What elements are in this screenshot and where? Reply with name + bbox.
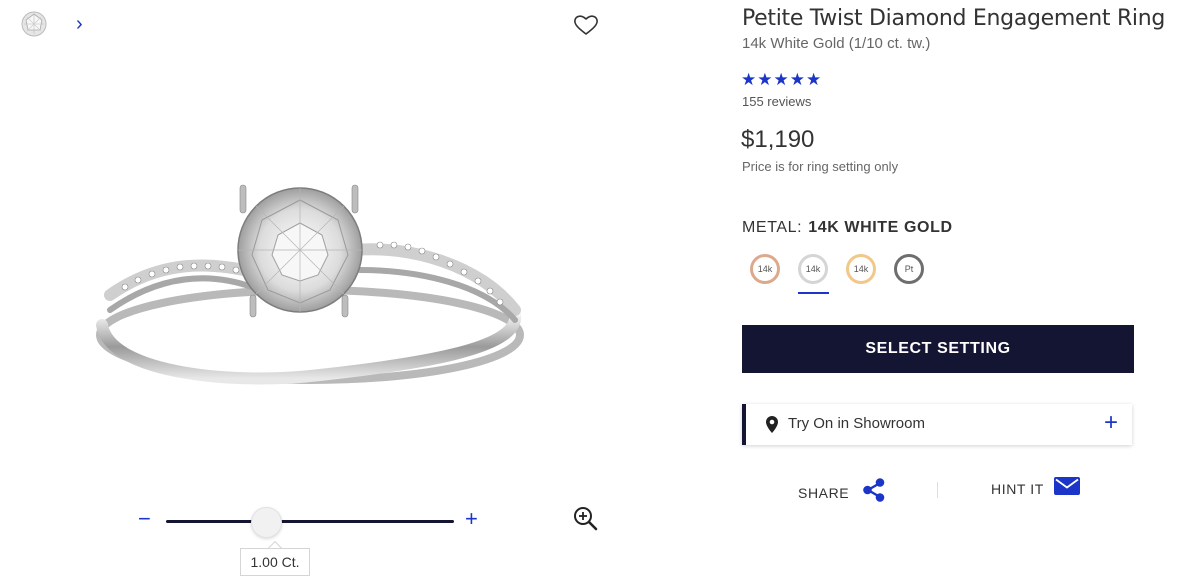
share-icon [861, 477, 887, 508]
carat-value-label: 1.00 Ct. [240, 548, 310, 576]
swatch-label: 14k [757, 264, 773, 274]
product-price: $1,190 [741, 126, 815, 153]
metal-label-text: METAL: [742, 219, 803, 236]
carat-slider-handle[interactable] [251, 507, 283, 538]
action-divider [937, 482, 938, 498]
metal-selected-value: 14K WHITE GOLD [808, 219, 953, 236]
share-label: SHARE [798, 484, 850, 501]
try-on-label: Try On in Showroom [788, 415, 925, 432]
carat-slider-track[interactable] [166, 520, 454, 523]
next-image-button[interactable]: › [76, 14, 83, 34]
envelope-icon [1053, 477, 1080, 500]
rating-stars[interactable]: ★★★★★ [741, 70, 822, 90]
metal-swatch-yellow-gold[interactable]: 14k [846, 254, 876, 284]
location-pin-icon [766, 416, 778, 433]
swatch-label: Pt [904, 264, 914, 274]
zoom-in-icon[interactable] [572, 505, 598, 531]
hint-it-button[interactable]: HINT IT [991, 477, 1080, 500]
metal-swatch-platinum[interactable]: Pt [894, 254, 924, 284]
diamond-thumbnail[interactable] [20, 10, 48, 38]
swatch-label: 14k [853, 264, 869, 274]
carat-increase-button[interactable]: + [465, 508, 478, 530]
reviews-link[interactable]: 155 reviews [742, 94, 811, 109]
ring-image [90, 175, 530, 405]
carat-decrease-button[interactable]: − [138, 508, 151, 530]
metal-swatch-white-gold[interactable]: 14k [798, 254, 828, 284]
try-on-showroom-panel[interactable]: Try On in Showroom + [742, 404, 1132, 445]
hint-label: HINT IT [991, 480, 1044, 497]
select-setting-button[interactable]: SELECT SETTING [742, 325, 1134, 373]
expand-plus-icon[interactable]: + [1104, 411, 1118, 435]
product-title: Petite Twist Diamond Engagement Ring [742, 6, 1166, 31]
metal-swatch-rose-gold[interactable]: 14k [750, 254, 780, 284]
price-note: Price is for ring setting only [742, 159, 899, 174]
metal-selector-label: METAL: 14K WHITE GOLD [742, 219, 953, 237]
swatch-label: 14k [805, 264, 821, 274]
selected-swatch-indicator [798, 292, 829, 294]
product-subtitle: 14k White Gold (1/10 ct. tw.) [742, 35, 931, 52]
share-button[interactable]: SHARE [798, 477, 887, 508]
heart-icon[interactable] [573, 13, 599, 37]
